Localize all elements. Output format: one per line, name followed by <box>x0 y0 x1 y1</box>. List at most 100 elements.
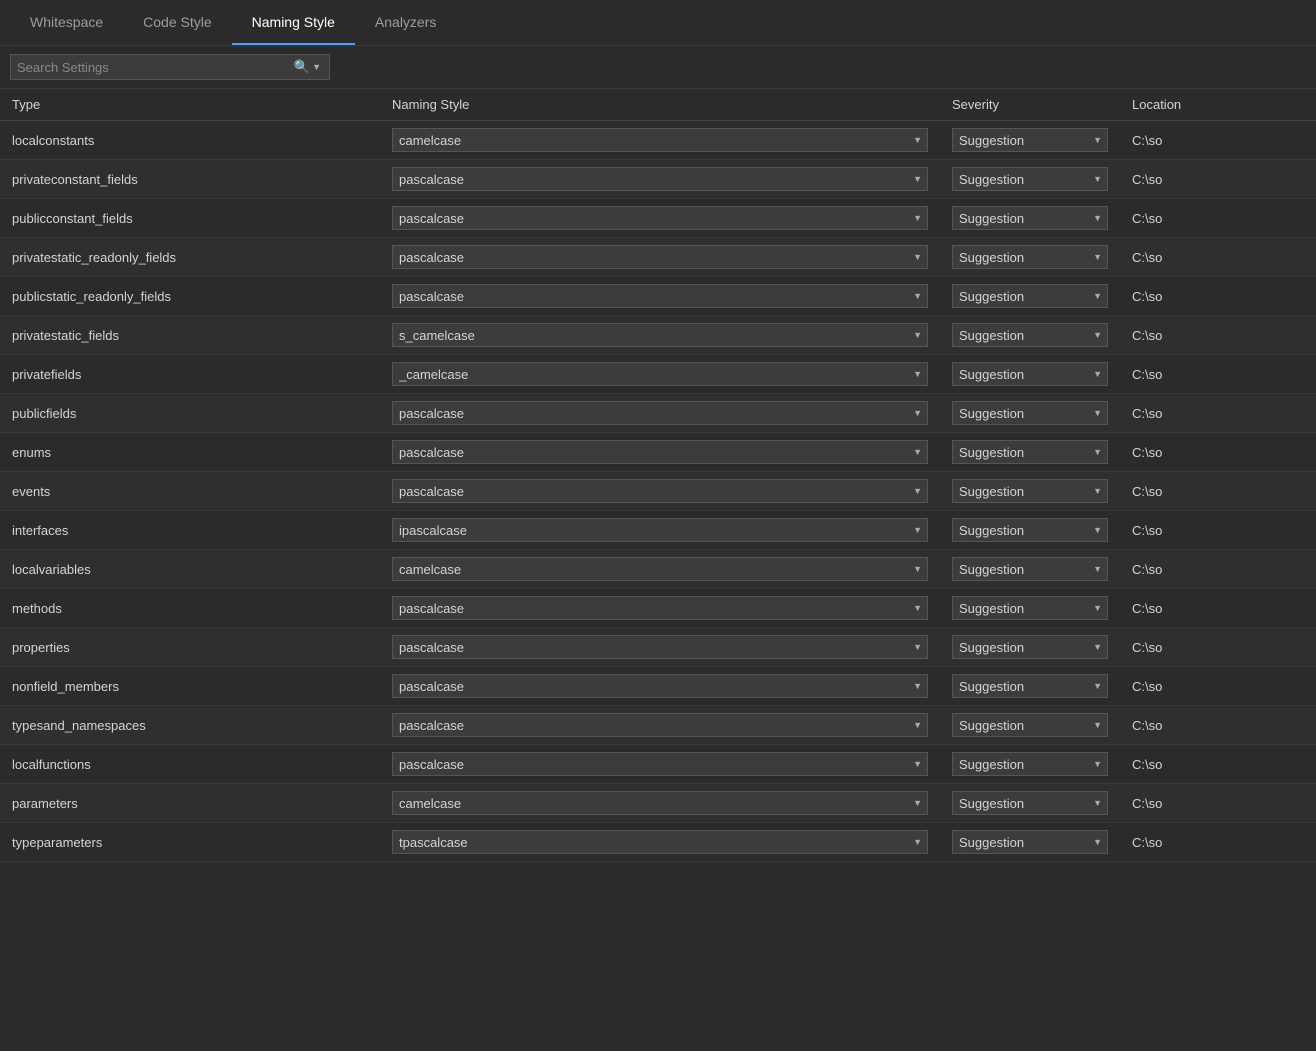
cell-location: C:\so <box>1120 277 1316 316</box>
cell-naming-style: camelcasepascalcases_camelcase_camelcase… <box>380 277 940 316</box>
col-header-naming: Naming Style <box>380 89 940 121</box>
naming-style-select[interactable]: camelcasepascalcases_camelcase_camelcase… <box>392 440 928 464</box>
cell-location: C:\so <box>1120 589 1316 628</box>
cell-naming-style: camelcasepascalcases_camelcase_camelcase… <box>380 745 940 784</box>
table-row: privateconstant_fields camelcasepascalcas… <box>0 160 1316 199</box>
table-row: privatefields camelcasepascalcases_camelc… <box>0 355 1316 394</box>
cell-severity: SuggestionWarningErrorNoneSilent <box>940 706 1120 745</box>
naming-style-select[interactable]: camelcasepascalcases_camelcase_camelcase… <box>392 596 928 620</box>
cell-naming-style: camelcasepascalcases_camelcase_camelcase… <box>380 394 940 433</box>
tab-bar: Whitespace Code Style Naming Style Analy… <box>0 0 1316 46</box>
severity-select[interactable]: SuggestionWarningErrorNoneSilent <box>952 323 1108 347</box>
table-row: publicconstant_fields camelcasepascalcase… <box>0 199 1316 238</box>
table-row: privatestatic_fields camelcasepascalcases… <box>0 316 1316 355</box>
severity-select[interactable]: SuggestionWarningErrorNoneSilent <box>952 635 1108 659</box>
cell-type: publicconstant_fields <box>0 199 380 238</box>
col-header-severity: Severity <box>940 89 1120 121</box>
cell-location: C:\so <box>1120 394 1316 433</box>
cell-naming-style: camelcasepascalcases_camelcase_camelcase… <box>380 199 940 238</box>
cell-severity: SuggestionWarningErrorNoneSilent <box>940 160 1120 199</box>
tab-whitespace[interactable]: Whitespace <box>10 0 123 45</box>
table-row: localvariablescamelcasepascalcases_camel… <box>0 550 1316 589</box>
cell-severity: SuggestionWarningErrorNoneSilent <box>940 784 1120 823</box>
severity-select[interactable]: SuggestionWarningErrorNoneSilent <box>952 830 1108 854</box>
naming-style-select[interactable]: camelcasepascalcases_camelcase_camelcase… <box>392 362 928 386</box>
severity-select[interactable]: SuggestionWarningErrorNoneSilent <box>952 713 1108 737</box>
naming-style-select[interactable]: camelcasepascalcases_camelcase_camelcase… <box>392 830 928 854</box>
table-row: properties camelcasepascalcases_camelcase… <box>0 628 1316 667</box>
severity-select[interactable]: SuggestionWarningErrorNoneSilent <box>952 128 1108 152</box>
naming-style-select[interactable]: camelcasepascalcases_camelcase_camelcase… <box>392 128 928 152</box>
severity-select[interactable]: SuggestionWarningErrorNoneSilent <box>952 518 1108 542</box>
severity-select[interactable]: SuggestionWarningErrorNoneSilent <box>952 245 1108 269</box>
naming-style-select[interactable]: camelcasepascalcases_camelcase_camelcase… <box>392 791 928 815</box>
search-bar: 🔍 ▼ <box>0 46 1316 89</box>
cell-naming-style: camelcasepascalcases_camelcase_camelcase… <box>380 238 940 277</box>
cell-severity: SuggestionWarningErrorNoneSilent <box>940 472 1120 511</box>
severity-select[interactable]: SuggestionWarningErrorNoneSilent <box>952 752 1108 776</box>
severity-select[interactable]: SuggestionWarningErrorNoneSilent <box>952 674 1108 698</box>
cell-severity: SuggestionWarningErrorNoneSilent <box>940 823 1120 862</box>
cell-type: nonfield_members <box>0 667 380 706</box>
tab-analyzers[interactable]: Analyzers <box>355 0 456 45</box>
severity-select[interactable]: SuggestionWarningErrorNoneSilent <box>952 362 1108 386</box>
table-row: localfunctionscamelcasepascalcases_camel… <box>0 745 1316 784</box>
cell-severity: SuggestionWarningErrorNoneSilent <box>940 199 1120 238</box>
cell-type: privateconstant_fields <box>0 160 380 199</box>
cell-severity: SuggestionWarningErrorNoneSilent <box>940 277 1120 316</box>
severity-select[interactable]: SuggestionWarningErrorNoneSilent <box>952 479 1108 503</box>
table-row: methodscamelcasepascalcases_camelcase_ca… <box>0 589 1316 628</box>
naming-style-select[interactable]: camelcasepascalcases_camelcase_camelcase… <box>392 167 928 191</box>
naming-style-select[interactable]: camelcasepascalcases_camelcase_camelcase… <box>392 674 928 698</box>
cell-location: C:\so <box>1120 472 1316 511</box>
cell-severity: SuggestionWarningErrorNoneSilent <box>940 628 1120 667</box>
cell-type: typeparameters <box>0 823 380 862</box>
naming-style-select[interactable]: camelcasepascalcases_camelcase_camelcase… <box>392 635 928 659</box>
severity-select[interactable]: SuggestionWarningErrorNoneSilent <box>952 557 1108 581</box>
search-input[interactable] <box>17 60 292 75</box>
cell-severity: SuggestionWarningErrorNoneSilent <box>940 667 1120 706</box>
cell-naming-style: camelcasepascalcases_camelcase_camelcase… <box>380 823 940 862</box>
cell-type: properties <box>0 628 380 667</box>
severity-select[interactable]: SuggestionWarningErrorNoneSilent <box>952 791 1108 815</box>
severity-select[interactable]: SuggestionWarningErrorNoneSilent <box>952 206 1108 230</box>
severity-select[interactable]: SuggestionWarningErrorNoneSilent <box>952 401 1108 425</box>
cell-naming-style: camelcasepascalcases_camelcase_camelcase… <box>380 784 940 823</box>
cell-severity: SuggestionWarningErrorNoneSilent <box>940 316 1120 355</box>
naming-style-select[interactable]: camelcasepascalcases_camelcase_camelcase… <box>392 401 928 425</box>
cell-naming-style: camelcasepascalcases_camelcase_camelcase… <box>380 667 940 706</box>
cell-type: publicfields <box>0 394 380 433</box>
search-button[interactable]: 🔍 ▼ <box>292 59 323 75</box>
search-icon: 🔍 <box>294 59 310 75</box>
tab-code-style[interactable]: Code Style <box>123 0 231 45</box>
table-row: interfacescamelcasepascalcases_camelcase… <box>0 511 1316 550</box>
settings-table: Type Naming Style Severity Location loca… <box>0 89 1316 862</box>
naming-style-select[interactable]: camelcasepascalcases_camelcase_camelcase… <box>392 713 928 737</box>
cell-type: privatefields <box>0 355 380 394</box>
cell-naming-style: camelcasepascalcases_camelcase_camelcase… <box>380 706 940 745</box>
cell-severity: SuggestionWarningErrorNoneSilent <box>940 589 1120 628</box>
table-row: publicstatic_readonly_fieldscamelcasepas… <box>0 277 1316 316</box>
naming-style-select[interactable]: camelcasepascalcases_camelcase_camelcase… <box>392 284 928 308</box>
tab-naming-style[interactable]: Naming Style <box>232 0 355 45</box>
cell-naming-style: camelcasepascalcases_camelcase_camelcase… <box>380 511 940 550</box>
table-row: localconstantscamelcasepascalcases_camel… <box>0 121 1316 160</box>
severity-select[interactable]: SuggestionWarningErrorNoneSilent <box>952 284 1108 308</box>
naming-style-select[interactable]: camelcasepascalcases_camelcase_camelcase… <box>392 752 928 776</box>
table-body: localconstantscamelcasepascalcases_camel… <box>0 121 1316 862</box>
table-row: eventscamelcasepascalcases_camelcase_cam… <box>0 472 1316 511</box>
naming-style-select[interactable]: camelcasepascalcases_camelcase_camelcase… <box>392 323 928 347</box>
cell-type: privatestatic_fields <box>0 316 380 355</box>
severity-select[interactable]: SuggestionWarningErrorNoneSilent <box>952 167 1108 191</box>
cell-naming-style: camelcasepascalcases_camelcase_camelcase… <box>380 472 940 511</box>
cell-location: C:\so <box>1120 355 1316 394</box>
naming-style-select[interactable]: camelcasepascalcases_camelcase_camelcase… <box>392 518 928 542</box>
severity-select[interactable]: SuggestionWarningErrorNoneSilent <box>952 596 1108 620</box>
severity-select[interactable]: SuggestionWarningErrorNoneSilent <box>952 440 1108 464</box>
naming-style-select[interactable]: camelcasepascalcases_camelcase_camelcase… <box>392 479 928 503</box>
naming-style-select[interactable]: camelcasepascalcases_camelcase_camelcase… <box>392 245 928 269</box>
naming-style-select[interactable]: camelcasepascalcases_camelcase_camelcase… <box>392 557 928 581</box>
table-row: publicfields camelcasepascalcases_camelca… <box>0 394 1316 433</box>
naming-style-select[interactable]: camelcasepascalcases_camelcase_camelcase… <box>392 206 928 230</box>
cell-location: C:\so <box>1120 745 1316 784</box>
